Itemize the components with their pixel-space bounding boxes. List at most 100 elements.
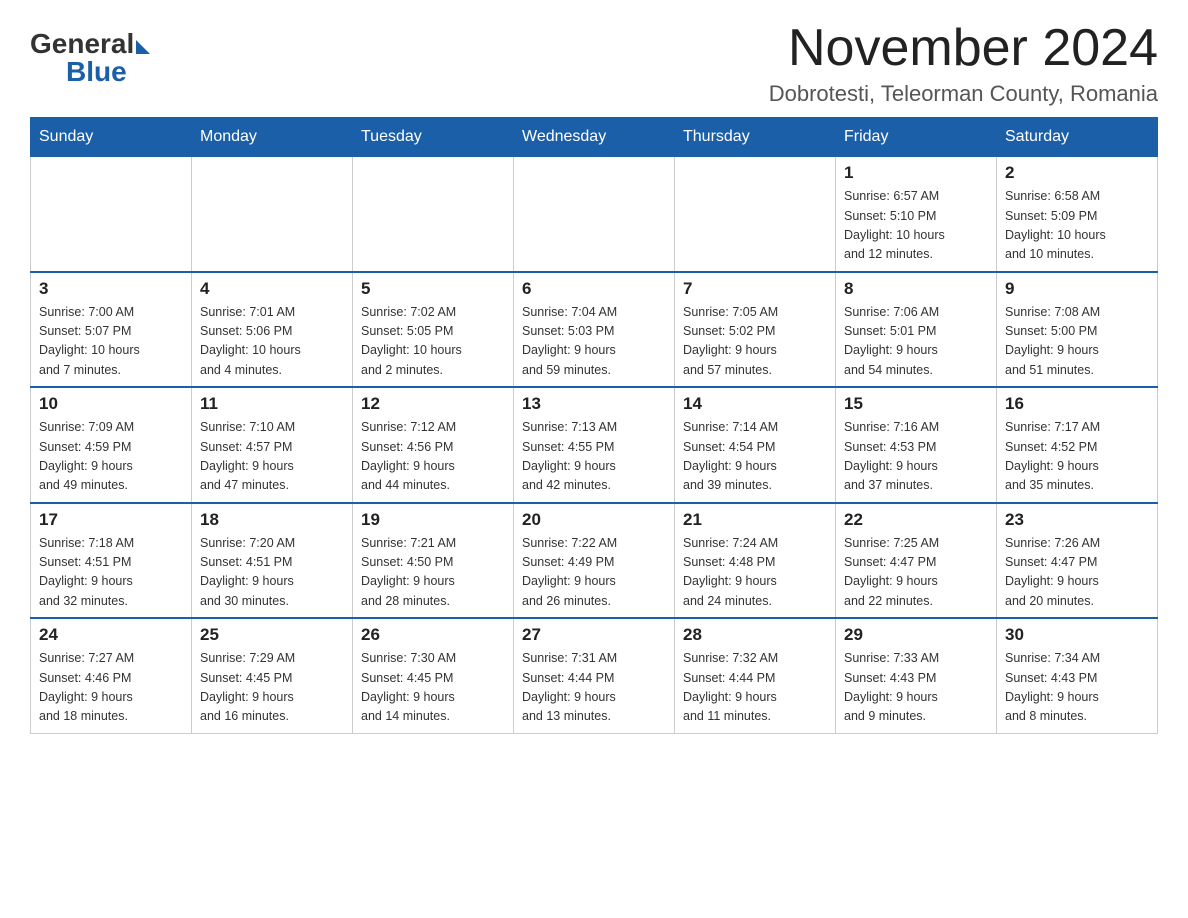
calendar-cell: 21 Sunrise: 7:24 AMSunset: 4:48 PMDayligh… [675,503,836,619]
day-number: 10 [39,394,183,414]
col-header-monday: Monday [192,118,353,157]
day-info: Sunrise: 7:08 AMSunset: 5:00 PMDaylight:… [1005,303,1149,381]
day-info: Sunrise: 7:06 AMSunset: 5:01 PMDaylight:… [844,303,988,381]
col-header-saturday: Saturday [997,118,1158,157]
day-info: Sunrise: 7:30 AMSunset: 4:45 PMDaylight:… [361,649,505,727]
day-number: 20 [522,510,666,530]
col-header-friday: Friday [836,118,997,157]
calendar-cell: 10 Sunrise: 7:09 AMSunset: 4:59 PMDayligh… [31,387,192,503]
calendar-table: SundayMondayTuesdayWednesdayThursdayFrid… [30,117,1158,734]
day-number: 25 [200,625,344,645]
calendar-cell [353,157,514,272]
calendar-cell: 19 Sunrise: 7:21 AMSunset: 4:50 PMDayligh… [353,503,514,619]
day-number: 16 [1005,394,1149,414]
calendar-cell: 13 Sunrise: 7:13 AMSunset: 4:55 PMDayligh… [514,387,675,503]
day-info: Sunrise: 7:01 AMSunset: 5:06 PMDaylight:… [200,303,344,381]
day-info: Sunrise: 7:21 AMSunset: 4:50 PMDaylight:… [361,534,505,612]
day-number: 19 [361,510,505,530]
calendar-cell: 1 Sunrise: 6:57 AMSunset: 5:10 PMDaylight… [836,157,997,272]
day-info: Sunrise: 7:12 AMSunset: 4:56 PMDaylight:… [361,418,505,496]
day-info: Sunrise: 7:25 AMSunset: 4:47 PMDaylight:… [844,534,988,612]
day-number: 4 [200,279,344,299]
day-info: Sunrise: 7:29 AMSunset: 4:45 PMDaylight:… [200,649,344,727]
day-number: 1 [844,163,988,183]
calendar-cell: 25 Sunrise: 7:29 AMSunset: 4:45 PMDayligh… [192,618,353,733]
day-info: Sunrise: 7:00 AMSunset: 5:07 PMDaylight:… [39,303,183,381]
day-number: 23 [1005,510,1149,530]
day-info: Sunrise: 7:20 AMSunset: 4:51 PMDaylight:… [200,534,344,612]
day-info: Sunrise: 7:33 AMSunset: 4:43 PMDaylight:… [844,649,988,727]
day-info: Sunrise: 7:09 AMSunset: 4:59 PMDaylight:… [39,418,183,496]
location-subtitle: Dobrotesti, Teleorman County, Romania [769,81,1158,107]
col-header-tuesday: Tuesday [353,118,514,157]
logo: General Blue [30,20,150,88]
calendar-cell: 18 Sunrise: 7:20 AMSunset: 4:51 PMDayligh… [192,503,353,619]
calendar-cell: 20 Sunrise: 7:22 AMSunset: 4:49 PMDayligh… [514,503,675,619]
calendar-week-row: 1 Sunrise: 6:57 AMSunset: 5:10 PMDaylight… [31,157,1158,272]
col-header-thursday: Thursday [675,118,836,157]
calendar-cell: 29 Sunrise: 7:33 AMSunset: 4:43 PMDayligh… [836,618,997,733]
calendar-cell: 28Sunrise: 7:32 AMSunset: 4:44 PMDayligh… [675,618,836,733]
calendar-week-row: 24Sunrise: 7:27 AMSunset: 4:46 PMDayligh… [31,618,1158,733]
day-info: Sunrise: 7:05 AMSunset: 5:02 PMDaylight:… [683,303,827,381]
calendar-cell: 17Sunrise: 7:18 AMSunset: 4:51 PMDayligh… [31,503,192,619]
day-info: Sunrise: 7:31 AMSunset: 4:44 PMDaylight:… [522,649,666,727]
day-info: Sunrise: 7:02 AMSunset: 5:05 PMDaylight:… [361,303,505,381]
day-number: 3 [39,279,183,299]
day-number: 26 [361,625,505,645]
calendar-cell: 22Sunrise: 7:25 AMSunset: 4:47 PMDayligh… [836,503,997,619]
day-number: 5 [361,279,505,299]
calendar-cell: 11Sunrise: 7:10 AMSunset: 4:57 PMDayligh… [192,387,353,503]
day-number: 18 [200,510,344,530]
calendar-week-row: 10 Sunrise: 7:09 AMSunset: 4:59 PMDayligh… [31,387,1158,503]
page-header: General Blue November 2024 Dobrotesti, T… [30,20,1158,107]
calendar-cell: 23 Sunrise: 7:26 AMSunset: 4:47 PMDayligh… [997,503,1158,619]
calendar-cell [192,157,353,272]
day-number: 30 [1005,625,1149,645]
day-number: 7 [683,279,827,299]
day-info: Sunrise: 7:26 AMSunset: 4:47 PMDaylight:… [1005,534,1149,612]
title-area: November 2024 Dobrotesti, Teleorman Coun… [769,20,1158,107]
day-number: 6 [522,279,666,299]
day-info: Sunrise: 7:04 AMSunset: 5:03 PMDaylight:… [522,303,666,381]
day-number: 13 [522,394,666,414]
calendar-week-row: 3 Sunrise: 7:00 AMSunset: 5:07 PMDaylight… [31,272,1158,388]
calendar-cell: 14Sunrise: 7:14 AMSunset: 4:54 PMDayligh… [675,387,836,503]
day-number: 14 [683,394,827,414]
day-info: Sunrise: 7:13 AMSunset: 4:55 PMDaylight:… [522,418,666,496]
day-info: Sunrise: 7:24 AMSunset: 4:48 PMDaylight:… [683,534,827,612]
calendar-cell: 6 Sunrise: 7:04 AMSunset: 5:03 PMDaylight… [514,272,675,388]
day-number: 9 [1005,279,1149,299]
calendar-cell: 16 Sunrise: 7:17 AMSunset: 4:52 PMDayligh… [997,387,1158,503]
calendar-cell: 2Sunrise: 6:58 AMSunset: 5:09 PMDaylight… [997,157,1158,272]
calendar-cell: 8 Sunrise: 7:06 AMSunset: 5:01 PMDaylight… [836,272,997,388]
day-info: Sunrise: 7:17 AMSunset: 4:52 PMDaylight:… [1005,418,1149,496]
calendar-cell [514,157,675,272]
day-number: 8 [844,279,988,299]
day-info: Sunrise: 6:58 AMSunset: 5:09 PMDaylight:… [1005,187,1149,265]
day-number: 27 [522,625,666,645]
month-title: November 2024 [769,20,1158,77]
day-number: 21 [683,510,827,530]
calendar-cell: 4 Sunrise: 7:01 AMSunset: 5:06 PMDaylight… [192,272,353,388]
calendar-cell: 24Sunrise: 7:27 AMSunset: 4:46 PMDayligh… [31,618,192,733]
day-info: Sunrise: 7:22 AMSunset: 4:49 PMDaylight:… [522,534,666,612]
calendar-week-row: 17Sunrise: 7:18 AMSunset: 4:51 PMDayligh… [31,503,1158,619]
calendar-cell [31,157,192,272]
logo-arrow-icon [136,40,150,54]
day-info: Sunrise: 7:27 AMSunset: 4:46 PMDaylight:… [39,649,183,727]
day-info: Sunrise: 7:18 AMSunset: 4:51 PMDaylight:… [39,534,183,612]
day-number: 29 [844,625,988,645]
calendar-cell: 9 Sunrise: 7:08 AMSunset: 5:00 PMDaylight… [997,272,1158,388]
calendar-cell: 7 Sunrise: 7:05 AMSunset: 5:02 PMDaylight… [675,272,836,388]
calendar-cell: 5 Sunrise: 7:02 AMSunset: 5:05 PMDaylight… [353,272,514,388]
day-number: 11 [200,394,344,414]
calendar-cell: 3 Sunrise: 7:00 AMSunset: 5:07 PMDaylight… [31,272,192,388]
logo-blue-text: Blue [66,56,127,88]
calendar-cell: 27 Sunrise: 7:31 AMSunset: 4:44 PMDayligh… [514,618,675,733]
day-info: Sunrise: 7:32 AMSunset: 4:44 PMDaylight:… [683,649,827,727]
col-header-wednesday: Wednesday [514,118,675,157]
calendar-cell: 26 Sunrise: 7:30 AMSunset: 4:45 PMDayligh… [353,618,514,733]
day-info: Sunrise: 6:57 AMSunset: 5:10 PMDaylight:… [844,187,988,265]
calendar-cell [675,157,836,272]
